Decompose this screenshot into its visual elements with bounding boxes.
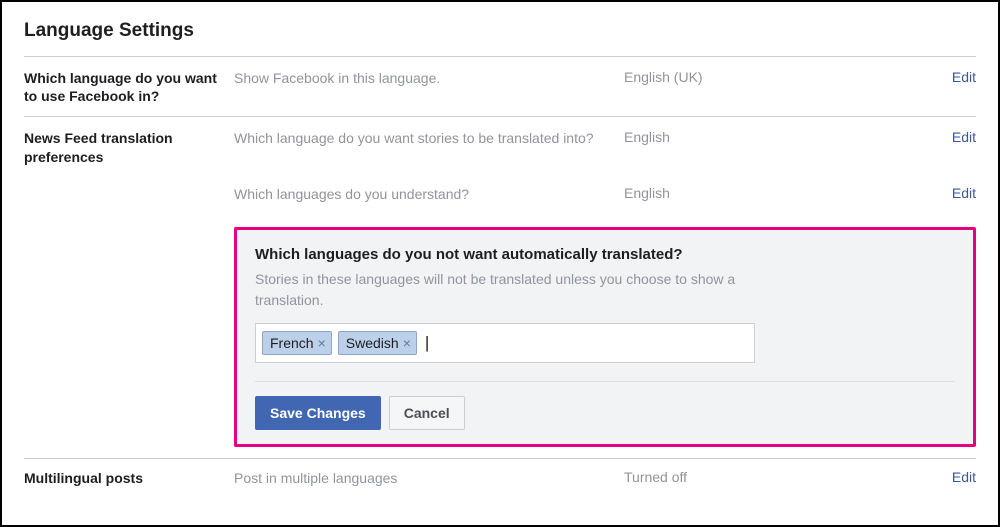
page-title: Language Settings	[24, 10, 976, 56]
row-label-newsfeed: News Feed translation preferences	[24, 129, 234, 446]
edit-understand[interactable]: Edit	[942, 185, 976, 201]
token-swedish[interactable]: Swedish ×	[338, 331, 417, 355]
desc-understand: Which languages do you understand?	[234, 185, 624, 205]
cancel-button[interactable]: Cancel	[389, 396, 465, 430]
token-french[interactable]: French ×	[262, 331, 332, 355]
row-multilingual: Multilingual posts Post in multiple lang…	[24, 458, 976, 489]
expanded-desc: Stories in these languages will not be t…	[255, 269, 755, 311]
token-label: French	[270, 335, 314, 351]
value-translate-into: English	[624, 129, 942, 145]
value-understand: English	[624, 185, 942, 201]
save-button[interactable]: Save Changes	[255, 396, 381, 430]
expanded-actions: Save Changes Cancel	[255, 381, 955, 430]
value-facebook-language: English (UK)	[624, 69, 942, 85]
desc-translate-into: Which language do you want stories to be…	[234, 129, 624, 149]
languages-token-input[interactable]: French × Swedish × |	[255, 323, 755, 363]
token-label: Swedish	[346, 335, 399, 351]
close-icon[interactable]: ×	[318, 336, 326, 350]
row-label-facebook-language: Which language do you want to use Facebo…	[24, 69, 234, 105]
expanded-no-translate: Which languages do you not want automati…	[234, 227, 976, 447]
value-multilingual: Turned off	[624, 469, 942, 485]
row-newsfeed: News Feed translation preferences Which …	[24, 116, 976, 457]
edit-translate-into[interactable]: Edit	[942, 129, 976, 145]
desc-facebook-language: Show Facebook in this language.	[234, 69, 624, 89]
row-facebook-language: Which language do you want to use Facebo…	[24, 56, 976, 116]
close-icon[interactable]: ×	[403, 336, 411, 350]
expanded-title: Which languages do you not want automati…	[255, 246, 955, 263]
text-caret-icon: |	[425, 333, 429, 353]
edit-facebook-language[interactable]: Edit	[942, 69, 976, 85]
edit-multilingual[interactable]: Edit	[942, 469, 976, 485]
desc-multilingual: Post in multiple languages	[234, 469, 624, 489]
row-label-multilingual: Multilingual posts	[24, 469, 234, 489]
